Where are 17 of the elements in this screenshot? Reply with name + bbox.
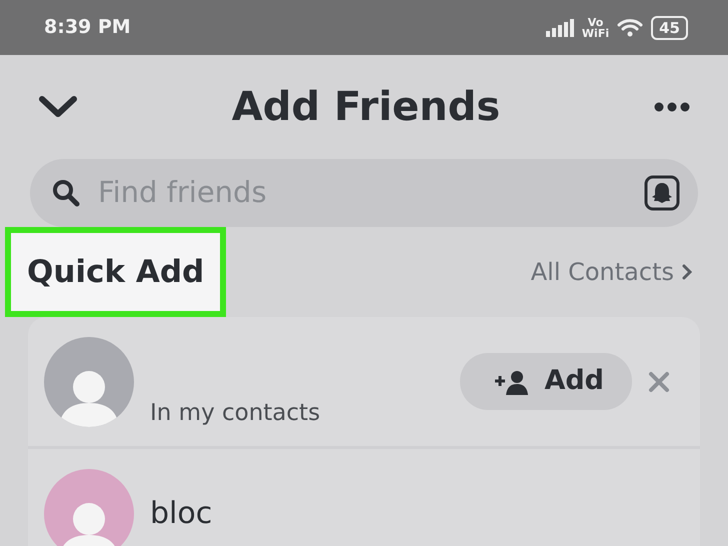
friend-name: bloc [150, 495, 214, 533]
battery-indicator: 45 [651, 16, 688, 40]
search-icon [52, 179, 80, 207]
section-title: Quick Add [5, 227, 226, 317]
network-label: Vo WiFi [582, 16, 610, 38]
chevron-down-icon[interactable] [38, 95, 78, 119]
wifi-icon [617, 18, 644, 38]
search-field[interactable]: Find friends [30, 159, 698, 227]
status-time: 8:39 PM [44, 15, 131, 40]
page-title: Add Friends [232, 83, 500, 131]
add-button[interactable]: Add [460, 353, 632, 410]
more-icon[interactable] [654, 102, 690, 112]
search-input[interactable]: Find friends [96, 170, 628, 216]
signal-icon [546, 18, 574, 36]
add-person-icon [494, 368, 528, 394]
chevron-right-icon [682, 264, 692, 280]
friend-subtitle: In my contacts [150, 398, 322, 428]
